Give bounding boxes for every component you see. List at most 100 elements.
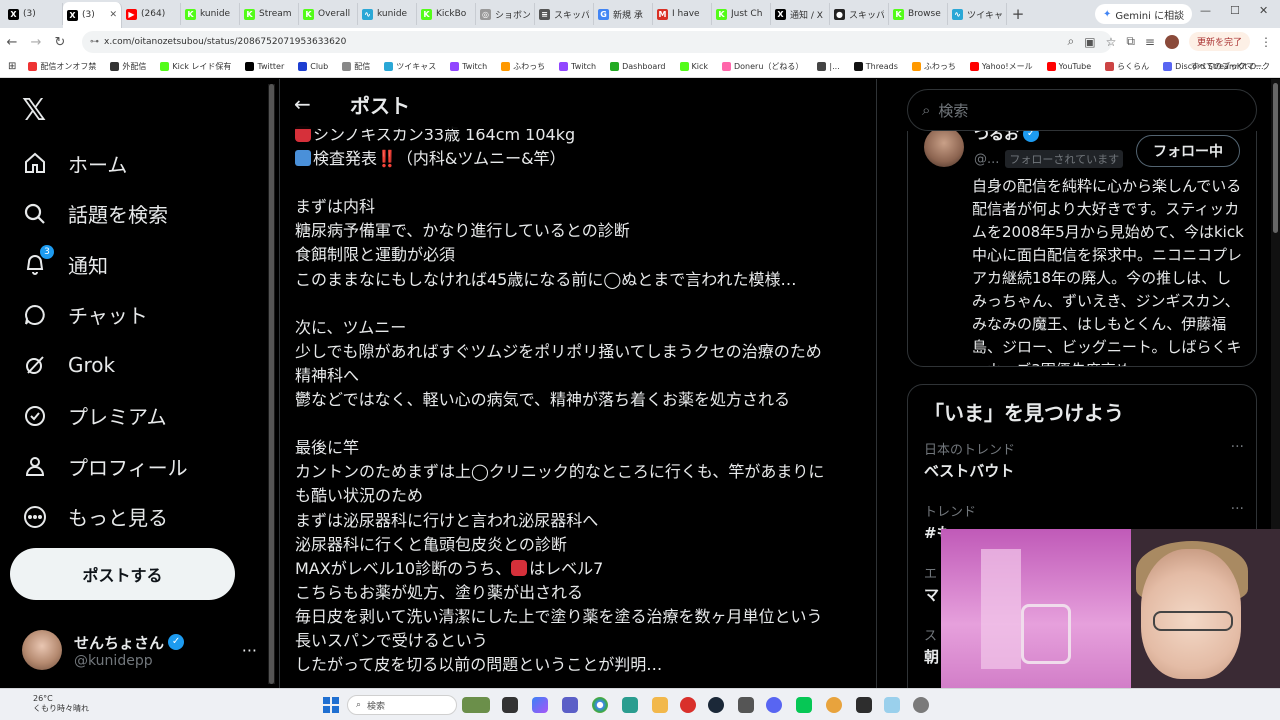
all-bookmarks-folder[interactable]: すべてのブックマーク (1191, 61, 1270, 72)
bookmark-item[interactable]: ふわっち (911, 61, 956, 72)
back-nav-icon[interactable]: ← (0, 35, 24, 50)
browser-tab[interactable]: G 新規 承 (594, 3, 653, 25)
x-logo-icon[interactable]: 𝕏 (22, 93, 46, 128)
browser-tab[interactable]: K Just Ch (712, 3, 771, 25)
nav-item-bell[interactable]: 3 通知 (22, 244, 108, 284)
following-button[interactable]: フォロー中 (1136, 135, 1240, 167)
more-options-icon[interactable]: ··· (242, 641, 257, 660)
bookmark-item[interactable]: ふわっち (501, 61, 545, 72)
line-icon[interactable] (796, 697, 812, 713)
more-options-icon[interactable]: ··· (1231, 439, 1244, 455)
tab-search-icon[interactable]: ≡ (1145, 35, 1155, 49)
bookmark-item[interactable]: 配信 (342, 61, 370, 72)
bookmark-item[interactable]: Doneru（どねる） (722, 61, 803, 72)
chrome-icon[interactable] (592, 697, 608, 713)
bookmark-item[interactable]: Twitch (559, 62, 596, 71)
browser-tab[interactable]: Kkunide (181, 3, 240, 25)
browser-tab[interactable]: K Overall (299, 3, 358, 25)
gemini-button[interactable]: ✦ Gemini に相談 (1095, 4, 1193, 24)
new-tab-button[interactable]: + (1007, 5, 1029, 23)
avatar[interactable] (924, 131, 964, 167)
bookmark-item[interactable]: |... (817, 62, 840, 71)
bookmark-item[interactable]: ツイキャス (384, 61, 436, 72)
bookmark-item[interactable]: YouTube (1046, 62, 1091, 71)
nav-item-search[interactable]: 話題を検索 (22, 194, 168, 234)
maximize-window-icon[interactable]: ☐ (1230, 4, 1240, 17)
app-icon[interactable] (826, 697, 842, 713)
trend-item[interactable]: 日本のトレンド ベストバウト ··· (924, 439, 1244, 481)
browser-tab[interactable]: K Browse (889, 3, 948, 25)
back-arrow-icon[interactable]: ← (294, 92, 334, 116)
browser-tab[interactable]: K KickBo (417, 3, 476, 25)
profile-name[interactable]: つるお (974, 131, 1019, 144)
browser-tab[interactable]: X 通知 / X (771, 3, 830, 25)
extensions-icon[interactable]: ⧉ (1126, 34, 1135, 49)
bookmark-item[interactable]: Club (298, 62, 328, 71)
bookmark-item[interactable]: Yahoo!メール (969, 61, 1033, 72)
app-icon[interactable] (738, 697, 754, 713)
bookmark-star-icon[interactable]: ☆ (1106, 35, 1117, 49)
nav-item-chat[interactable]: チャット (22, 295, 148, 335)
bookmark-favicon-icon (911, 62, 921, 71)
forward-nav-icon[interactable]: → (24, 35, 48, 50)
task-view-icon[interactable] (502, 697, 518, 713)
reload-icon[interactable]: ↻ (48, 35, 72, 50)
screen-icon[interactable]: ▣ (1084, 35, 1095, 49)
browser-tab[interactable]: X (3) ✕ (63, 2, 122, 28)
browser-tab[interactable]: ∿ kunide (358, 3, 417, 25)
left-scrollbar[interactable] (268, 84, 275, 684)
post-text-line: MAXがレベル10診断のうち、 はレベル7 (295, 558, 604, 578)
browser-tab[interactable]: ≡ スキッパ (535, 3, 594, 25)
discord-icon[interactable] (766, 697, 782, 713)
bookmark-item[interactable]: Kick (679, 62, 708, 71)
copilot-icon[interactable] (532, 697, 548, 713)
bookmark-item[interactable]: Twitch (450, 62, 487, 71)
search-input[interactable]: ⌕ 検索 (907, 89, 1257, 131)
browser-tab[interactable]: ● スキッパ (830, 3, 889, 25)
notepad-icon[interactable] (884, 697, 900, 713)
site-info-icon[interactable]: ⊶ (90, 37, 99, 47)
weather-widget[interactable]: 26°C くもり時々晴れ (33, 694, 89, 714)
account-switcher[interactable]: せんちょさん ✓ @kunidepp ··· (22, 629, 257, 671)
browser-tab[interactable]: K Stream (240, 3, 299, 25)
bookmark-item[interactable]: らくらん (1105, 61, 1149, 72)
taskbar-search-input[interactable]: ⌕ 検索 (347, 695, 457, 715)
bookmark-item[interactable]: 配信オンオフ禁 (28, 61, 96, 72)
obs-icon[interactable] (856, 697, 872, 713)
steam-icon[interactable] (708, 697, 724, 713)
browser-tab[interactable]: ◎ ショボン (476, 3, 535, 25)
bookmark-favicon-icon (1163, 62, 1173, 71)
update-button[interactable]: 更新を完了 (1188, 32, 1250, 51)
close-tab-icon[interactable]: ✕ (109, 10, 117, 20)
nav-item-premium[interactable]: プレミアム (22, 396, 167, 436)
post-button[interactable]: ポストする (10, 548, 235, 600)
widget-thumbnail-icon[interactable] (462, 697, 490, 713)
browser-tab[interactable]: X (3) (4, 3, 63, 25)
browser-tab[interactable]: MI have (653, 3, 712, 25)
app-icon[interactable] (622, 697, 638, 713)
bookmark-item[interactable]: Threads (853, 62, 898, 71)
bookmark-item[interactable]: Kick レイド保有 (160, 61, 231, 72)
browser-tab[interactable]: ▶ (264) (122, 3, 181, 25)
nav-item-home[interactable]: ホーム (22, 143, 127, 183)
browser-tab[interactable]: ∿ ツイキャ (948, 3, 1007, 25)
nav-item-grok[interactable]: Grok (22, 345, 115, 385)
more-options-icon[interactable]: ··· (1231, 501, 1244, 517)
nav-item-profile[interactable]: プロフィール (22, 446, 188, 486)
bookmark-item[interactable]: 外配信 (110, 61, 146, 72)
minimize-window-icon[interactable]: — (1200, 4, 1211, 17)
explorer-icon[interactable] (652, 697, 668, 713)
zoom-icon[interactable]: ⌕ (1068, 34, 1075, 49)
close-window-icon[interactable]: ✕ (1259, 4, 1268, 17)
apps-grid-icon[interactable]: ⊞ (8, 61, 16, 72)
nav-item-more[interactable]: もっと見る (22, 497, 168, 537)
start-menu-icon[interactable] (323, 697, 339, 713)
record-app-icon[interactable] (680, 697, 696, 713)
bookmark-item[interactable]: Dashboard (610, 62, 666, 71)
teams-icon[interactable] (562, 697, 578, 713)
url-input[interactable]: ⊶ x.com/oitanozetsubou/status/2086752071… (82, 31, 1112, 53)
profile-avatar-icon[interactable] (1164, 34, 1179, 49)
browser-menu-icon[interactable]: ⋮ (1260, 35, 1272, 49)
settings-icon[interactable] (913, 697, 929, 713)
bookmark-item[interactable]: Twitter (245, 62, 284, 71)
